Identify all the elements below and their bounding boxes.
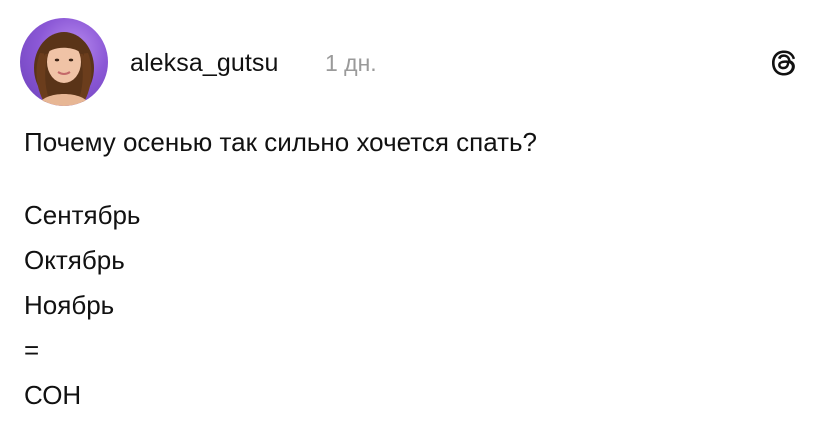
post-body-lines: Сентябрь Октябрь Ноябрь = СОН <box>24 193 140 418</box>
body-line-november: Ноябрь <box>24 290 115 320</box>
body-line-october: Октябрь <box>24 245 125 275</box>
avatar-photo-icon <box>34 32 94 106</box>
threads-logo-icon <box>768 47 800 79</box>
avatar[interactable] <box>20 18 108 106</box>
post-timestamp: 1 дн. <box>325 50 377 76</box>
post-question: Почему осенью так сильно хочется спать? <box>24 127 538 157</box>
body-line-equals: = <box>24 335 40 365</box>
post-header: aleksa_gutsu 1 дн. <box>20 18 808 108</box>
username[interactable]: aleksa_gutsu <box>130 49 279 78</box>
body-line-september: Сентябрь <box>24 200 141 230</box>
threads-post: aleksa_gutsu 1 дн. Почему осенью так сил… <box>0 0 828 448</box>
body-line-sleep: СОН <box>24 380 82 410</box>
